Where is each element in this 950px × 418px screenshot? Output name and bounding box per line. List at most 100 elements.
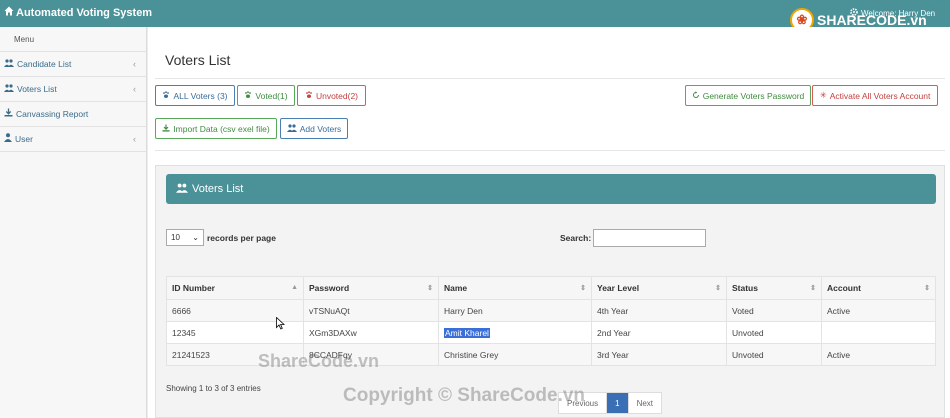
chevron-left-icon: ‹	[133, 133, 136, 144]
cell-status: Unvoted	[726, 321, 822, 344]
sidebar-item-candidate-list[interactable]: Candidate List ‹	[0, 52, 146, 77]
divider	[155, 150, 945, 151]
generate-label: Generate Voters Password	[702, 90, 805, 101]
column-header-label: Year Level	[597, 283, 640, 293]
refresh-icon	[692, 90, 700, 101]
column-header-name[interactable]: Name ⇕	[438, 276, 592, 300]
cell-name: Christine Grey	[438, 343, 592, 366]
column-header-account[interactable]: Account ⇕	[821, 276, 936, 300]
sort-asc-icon: ▲	[291, 284, 298, 291]
sidebar-item-label: Canvassing Report	[16, 108, 89, 119]
records-per-page-select[interactable]: 10 ⌄	[166, 229, 204, 246]
users-icon	[4, 77, 14, 102]
records-per-page-value: 10	[171, 233, 180, 242]
users-icon	[286, 123, 297, 134]
generate-voters-password-button[interactable]: Generate Voters Password	[685, 85, 811, 106]
records-per-page-label: records per page	[207, 232, 276, 243]
all-voters-label: ALL Voters (3)	[173, 90, 228, 101]
panel-body: 10 ⌄ records per page Search: ID Number ▲…	[166, 204, 936, 414]
paw-icon	[305, 90, 313, 101]
sort-icon: ⇕	[427, 285, 433, 292]
voters-panel: Voters List 10 ⌄ records per page Search…	[155, 165, 945, 418]
sidebar-menu-title: Menu	[0, 27, 146, 52]
add-voters-button[interactable]: Add Voters	[280, 118, 348, 139]
chevron-left-icon: ‹	[133, 58, 136, 69]
app-brand[interactable]: Automated Voting System	[4, 6, 152, 19]
watermark-bottom: Copyright © ShareCode.vn	[343, 385, 586, 406]
cell-account: Active	[821, 343, 936, 366]
table-header-row: ID Number ▲ Password ⇕ Name ⇕ Year Level ⇕ S…	[166, 276, 936, 300]
app-title: Automated Voting System	[16, 6, 153, 19]
cell-password: XGm3DAXw	[303, 321, 439, 344]
download-icon	[162, 123, 170, 134]
mouse-cursor-icon	[276, 316, 286, 332]
column-header-label: Status	[732, 283, 758, 293]
cell-password: vTSNuAQt	[303, 299, 439, 322]
search-label: Search:	[560, 233, 592, 243]
chevron-left-icon: ‹	[133, 83, 136, 94]
sidebar-item-canvassing-report[interactable]: Canvassing Report	[0, 102, 146, 127]
sidebar-item-label: Voters List	[17, 83, 57, 94]
selected-text: Amit Kharel	[444, 327, 490, 338]
pagination-page[interactable]: 1	[606, 393, 629, 413]
column-header-year-level[interactable]: Year Level ⇕	[591, 276, 727, 300]
sidebar-item-voters-list[interactable]: Voters List ‹	[0, 77, 146, 102]
home-icon	[4, 6, 14, 19]
sort-icon: ⇕	[580, 285, 586, 292]
search-input[interactable]	[593, 229, 707, 247]
unvoted-filter-button[interactable]: Unvoted(2)	[297, 85, 366, 106]
sidebar-item-label: Candidate List	[17, 58, 72, 69]
sidebar: Menu Candidate List ‹ Voters List ‹ Canv…	[0, 27, 147, 418]
column-header-label: Name	[444, 283, 468, 293]
import-data-button[interactable]: Import Data (csv exel file)	[155, 118, 277, 139]
column-header-label: Password	[309, 283, 350, 293]
records-per-page: 10 ⌄ records per page	[166, 229, 276, 246]
asterisk-icon: ✳	[819, 90, 827, 100]
pagination-next[interactable]: Next	[629, 393, 661, 413]
cell-status: Unvoted	[726, 343, 822, 366]
column-header-label: ID Number	[172, 283, 215, 293]
sidebar-item-user[interactable]: User ‹	[0, 127, 146, 152]
cell-account	[821, 321, 936, 344]
cell-status: Voted	[726, 299, 822, 322]
unvoted-label: Unvoted(2)	[315, 90, 359, 101]
sharecode-logo-text: SHARECODE.vn	[817, 12, 927, 28]
table-search: Search:	[560, 229, 707, 247]
column-header-id-number[interactable]: ID Number ▲	[166, 276, 304, 300]
add-voters-label: Add Voters	[299, 123, 342, 134]
users-icon	[4, 52, 14, 77]
chevron-down-icon: ⌄	[192, 233, 199, 242]
user-icon	[4, 127, 12, 152]
all-voters-filter-button[interactable]: ALL Voters (3)	[155, 85, 235, 106]
column-header-label: Account	[827, 283, 861, 293]
cell-year-level: 3rd Year	[591, 343, 727, 366]
sort-icon: ⇕	[810, 285, 816, 292]
main-content: Voters List ALL Voters (3) Voted(1) Unvo…	[148, 27, 950, 418]
import-label: Import Data (csv exel file)	[173, 123, 270, 134]
column-header-status[interactable]: Status ⇕	[726, 276, 822, 300]
paw-icon	[162, 90, 170, 101]
watermark-center: ShareCode.vn	[258, 351, 380, 371]
voted-filter-button[interactable]: Voted(1)	[237, 85, 295, 106]
cell-name: Amit Kharel	[438, 321, 592, 344]
cell-year-level: 2nd Year	[591, 321, 727, 344]
paw-icon	[244, 90, 252, 101]
users-icon	[176, 183, 188, 196]
panel-title: Voters List	[192, 183, 244, 195]
cell-year-level: 4th Year	[591, 299, 727, 322]
sort-icon: ⇕	[715, 285, 721, 292]
voted-label: Voted(1)	[255, 90, 288, 101]
panel-header: Voters List	[166, 174, 936, 204]
cell-name: Harry Den	[438, 299, 592, 322]
download-icon	[4, 102, 13, 127]
sidebar-item-label: User	[15, 133, 33, 144]
table-info: Showing 1 to 3 of 3 entries	[166, 384, 261, 393]
activate-all-voters-button[interactable]: ✳ Activate All Voters Account	[812, 85, 938, 106]
sort-icon: ⇕	[924, 285, 930, 292]
top-navbar: Automated Voting System Welcome: Harry D…	[0, 0, 950, 32]
activate-label: Activate All Voters Account	[829, 90, 931, 101]
page-title: Voters List	[165, 52, 231, 68]
divider	[155, 78, 945, 79]
cell-account: Active	[821, 299, 936, 322]
column-header-password[interactable]: Password ⇕	[303, 276, 439, 300]
